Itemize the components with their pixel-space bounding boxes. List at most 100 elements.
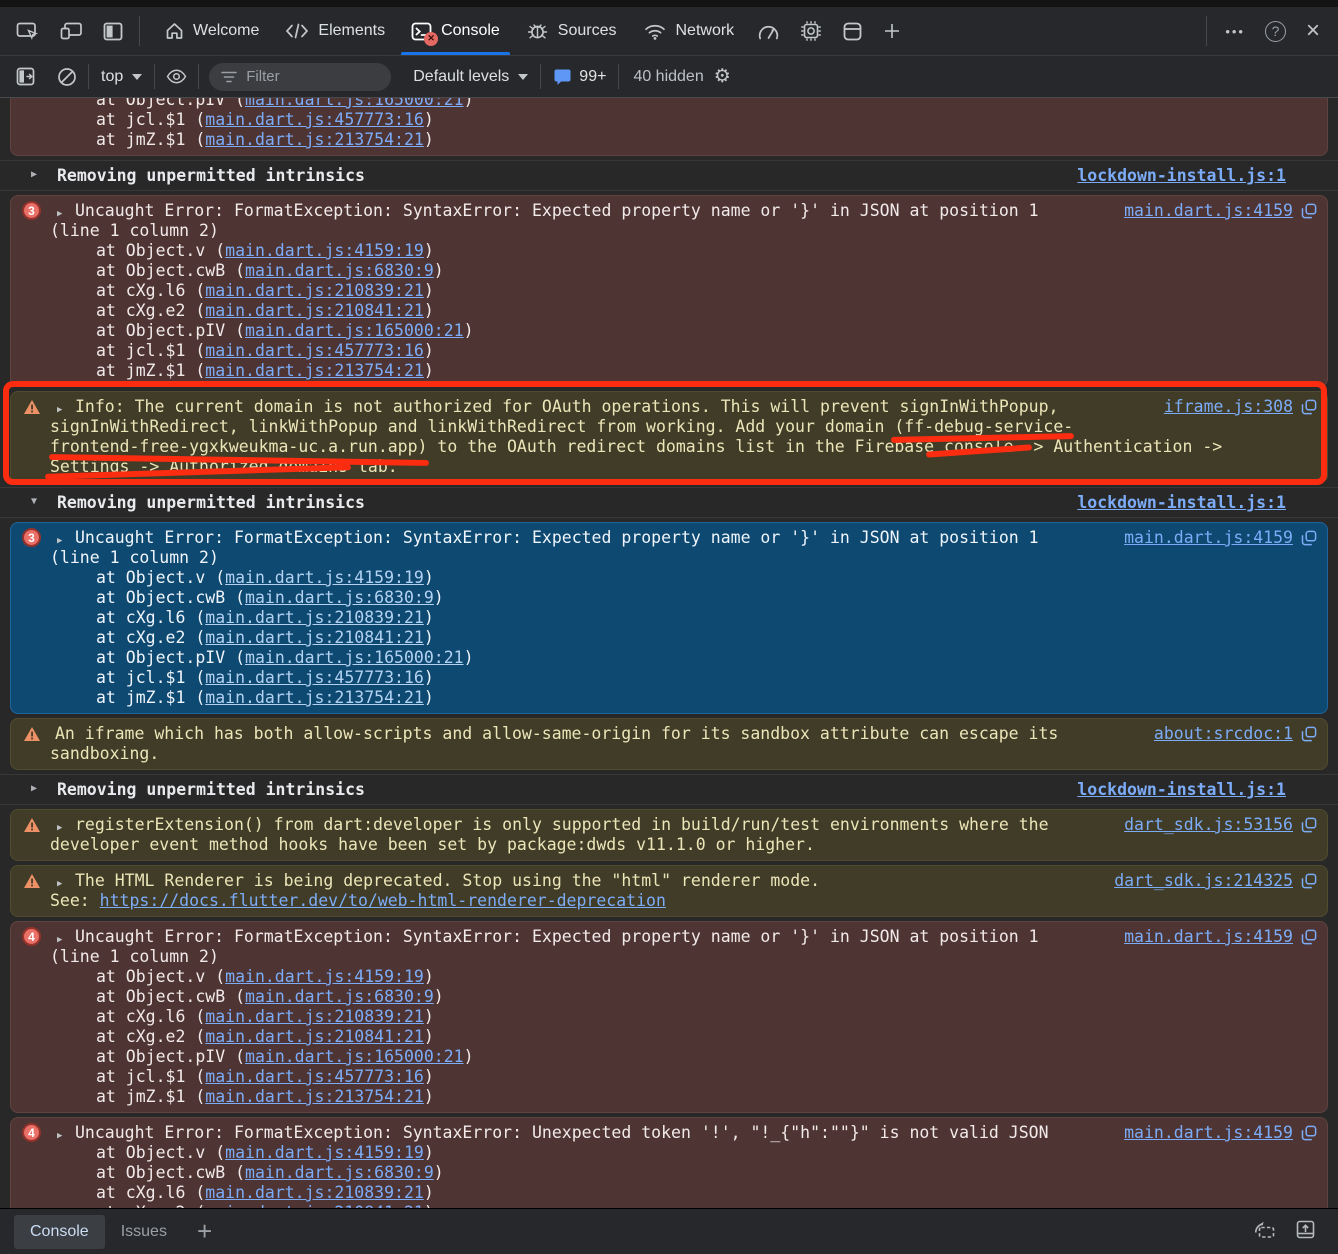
console-message[interactable]: ▶Info: The current domain is not authori…	[10, 391, 1328, 483]
source-location-link[interactable]: about:srcdoc:1	[1154, 724, 1293, 743]
console-message[interactable]: at Object.pIV (main.dart.js:165000:21)at…	[10, 98, 1328, 156]
stack-frame-link[interactable]: main.dart.js:210839:21	[205, 1183, 424, 1202]
filter-box[interactable]	[209, 63, 391, 91]
add-drawer-tab-icon[interactable]: +	[183, 1216, 226, 1247]
stack-frame-link[interactable]: main.dart.js:457773:16	[205, 341, 424, 360]
stack-frame-link[interactable]: main.dart.js:6830:9	[245, 987, 434, 1006]
stack-frame-link[interactable]: main.dart.js:6830:9	[245, 261, 434, 280]
drawer-tab-issues[interactable]: Issues	[105, 1215, 183, 1249]
stack-icon[interactable]	[1301, 929, 1317, 945]
stack-icon[interactable]	[1301, 817, 1317, 833]
console-message[interactable]: 4▶Uncaught Error: FormatException: Synta…	[10, 1117, 1328, 1208]
issues-counter[interactable]: 99+	[541, 68, 618, 86]
source-location-link[interactable]: lockdown-install.js:1	[1077, 493, 1286, 512]
tab-elements[interactable]: Elements	[272, 7, 398, 55]
console-sidebar-toggle-icon[interactable]	[0, 67, 46, 86]
help-icon[interactable]: ?	[1265, 21, 1286, 42]
source-location-link[interactable]: main.dart.js:4159	[1124, 927, 1293, 946]
source-location-link[interactable]: dart_sdk.js:53156	[1124, 815, 1293, 834]
stack-frame-link[interactable]: main.dart.js:210841:21	[205, 301, 424, 320]
stack-frame-link[interactable]: main.dart.js:165000:21	[245, 648, 464, 667]
stack-frame-link[interactable]: main.dart.js:213754:21	[205, 361, 424, 380]
console-message[interactable]: An iframe which has both allow-scripts a…	[10, 718, 1328, 770]
stack-icon[interactable]	[1301, 530, 1317, 546]
source-location-link[interactable]: main.dart.js:4159	[1124, 528, 1293, 547]
expand-caret-icon[interactable]: ▶	[31, 169, 37, 180]
source-location-link[interactable]: iframe.js:308	[1164, 397, 1293, 416]
eye-icon[interactable]	[155, 69, 198, 84]
stack-frame-link[interactable]: main.dart.js:210839:21	[205, 608, 424, 627]
log-levels-selector[interactable]: Default levels	[401, 68, 540, 86]
add-tab-icon[interactable]	[883, 22, 901, 40]
stack-icon[interactable]	[1301, 203, 1317, 219]
stack-frame-link[interactable]: main.dart.js:210839:21	[205, 281, 424, 300]
console-messages: at Object.pIV (main.dart.js:165000:21)at…	[0, 98, 1338, 1208]
more-options-icon[interactable]: •••	[1225, 24, 1245, 39]
console-message[interactable]: 4▶Uncaught Error: FormatException: Synta…	[10, 921, 1328, 1113]
stack-icon[interactable]	[1301, 399, 1317, 415]
context-selector[interactable]: top	[89, 68, 154, 86]
stack-frame-link[interactable]: main.dart.js:457773:16	[205, 1067, 424, 1086]
source-location-link[interactable]: dart_sdk.js:214325	[1114, 871, 1293, 890]
expand-caret-icon[interactable]: ▶	[57, 930, 62, 950]
expand-caret-icon[interactable]: ▶	[57, 204, 62, 224]
stack-frame-link[interactable]: main.dart.js:4159:19	[225, 967, 424, 986]
stack-frame-link[interactable]: main.dart.js:165000:21	[245, 1047, 464, 1066]
stack-frame-link[interactable]: main.dart.js:210841:21	[205, 1203, 424, 1208]
stack-frame-link[interactable]: main.dart.js:213754:21	[205, 130, 424, 149]
screencast-icon[interactable]	[1251, 1219, 1277, 1245]
stack-frame-link[interactable]: main.dart.js:213754:21	[205, 688, 424, 707]
console-settings-gear-icon[interactable]: ⚙	[714, 65, 745, 88]
source-location-link[interactable]: main.dart.js:4159	[1124, 201, 1293, 220]
source-location-link[interactable]: lockdown-install.js:1	[1077, 780, 1286, 799]
stack-icon[interactable]	[1301, 726, 1317, 742]
stack-frame-link[interactable]: main.dart.js:4159:19	[225, 1143, 424, 1162]
expand-caret-icon[interactable]: ▼	[31, 496, 37, 507]
stack-frame-link[interactable]: main.dart.js:210841:21	[205, 1027, 424, 1046]
performance-icon[interactable]	[757, 22, 780, 41]
expand-panel-icon[interactable]	[1295, 1219, 1316, 1245]
console-message[interactable]: 3▶Uncaught Error: FormatException: Synta…	[10, 195, 1328, 387]
drawer-tab-console[interactable]: Console	[14, 1215, 105, 1249]
expand-caret-icon[interactable]: ▶	[57, 874, 62, 894]
console-message[interactable]: ▶registerExtension() from dart:developer…	[10, 809, 1328, 861]
stack-frame-link[interactable]: main.dart.js:6830:9	[245, 1163, 434, 1182]
dock-side-icon[interactable]	[103, 22, 123, 41]
stack-frame-link[interactable]: main.dart.js:4159:19	[225, 241, 424, 260]
stack-frame-link[interactable]: main.dart.js:6830:9	[245, 588, 434, 607]
expand-caret-icon[interactable]: ▶	[57, 1126, 62, 1146]
clear-console-icon[interactable]	[46, 67, 88, 87]
stack-icon[interactable]	[1301, 873, 1317, 889]
console-group-row[interactable]: ▶Removing unpermitted intrinsicslockdown…	[0, 774, 1338, 805]
stack-frame-link[interactable]: main.dart.js:457773:16	[205, 668, 424, 687]
stack-frame-link[interactable]: main.dart.js:4159:19	[225, 568, 424, 587]
source-location-link[interactable]: main.dart.js:4159	[1124, 1123, 1293, 1142]
inspect-element-icon[interactable]	[16, 21, 39, 41]
console-group-row[interactable]: ▼Removing unpermitted intrinsicslockdown…	[0, 487, 1338, 518]
stack-frame-link[interactable]: main.dart.js:213754:21	[205, 1087, 424, 1106]
stack-frame-link[interactable]: main.dart.js:210839:21	[205, 1007, 424, 1026]
tab-sources[interactable]: Sources	[513, 7, 630, 55]
console-message[interactable]: 3▶Uncaught Error: FormatException: Synta…	[10, 522, 1328, 714]
message-url-link[interactable]: https://docs.flutter.dev/to/web-html-ren…	[100, 891, 666, 910]
stack-frame-link[interactable]: main.dart.js:165000:21	[245, 321, 464, 340]
stack-frame-link[interactable]: main.dart.js:210841:21	[205, 628, 424, 647]
memory-icon[interactable]	[800, 20, 822, 42]
device-toolbar-icon[interactable]	[59, 21, 83, 41]
tab-console[interactable]: ✕ Console	[398, 7, 513, 55]
close-icon[interactable]: ×	[1306, 19, 1320, 43]
expand-caret-icon[interactable]: ▶	[31, 783, 37, 794]
stack-frame-link[interactable]: main.dart.js:457773:16	[205, 110, 424, 129]
expand-caret-icon[interactable]: ▶	[57, 818, 62, 838]
stack-frame-link[interactable]: main.dart.js:165000:21	[245, 98, 464, 109]
tab-welcome[interactable]: Welcome	[152, 7, 272, 55]
source-location-link[interactable]: lockdown-install.js:1	[1077, 166, 1286, 185]
expand-caret-icon[interactable]: ▶	[57, 400, 62, 420]
tab-network[interactable]: Network	[630, 7, 748, 55]
filter-input[interactable]	[246, 68, 366, 85]
console-message[interactable]: ▶The HTML Renderer is being deprecated. …	[10, 865, 1328, 917]
application-icon[interactable]	[842, 21, 863, 42]
stack-icon[interactable]	[1301, 1125, 1317, 1141]
expand-caret-icon[interactable]: ▶	[57, 531, 62, 551]
console-group-row[interactable]: ▶Removing unpermitted intrinsicslockdown…	[0, 160, 1338, 191]
